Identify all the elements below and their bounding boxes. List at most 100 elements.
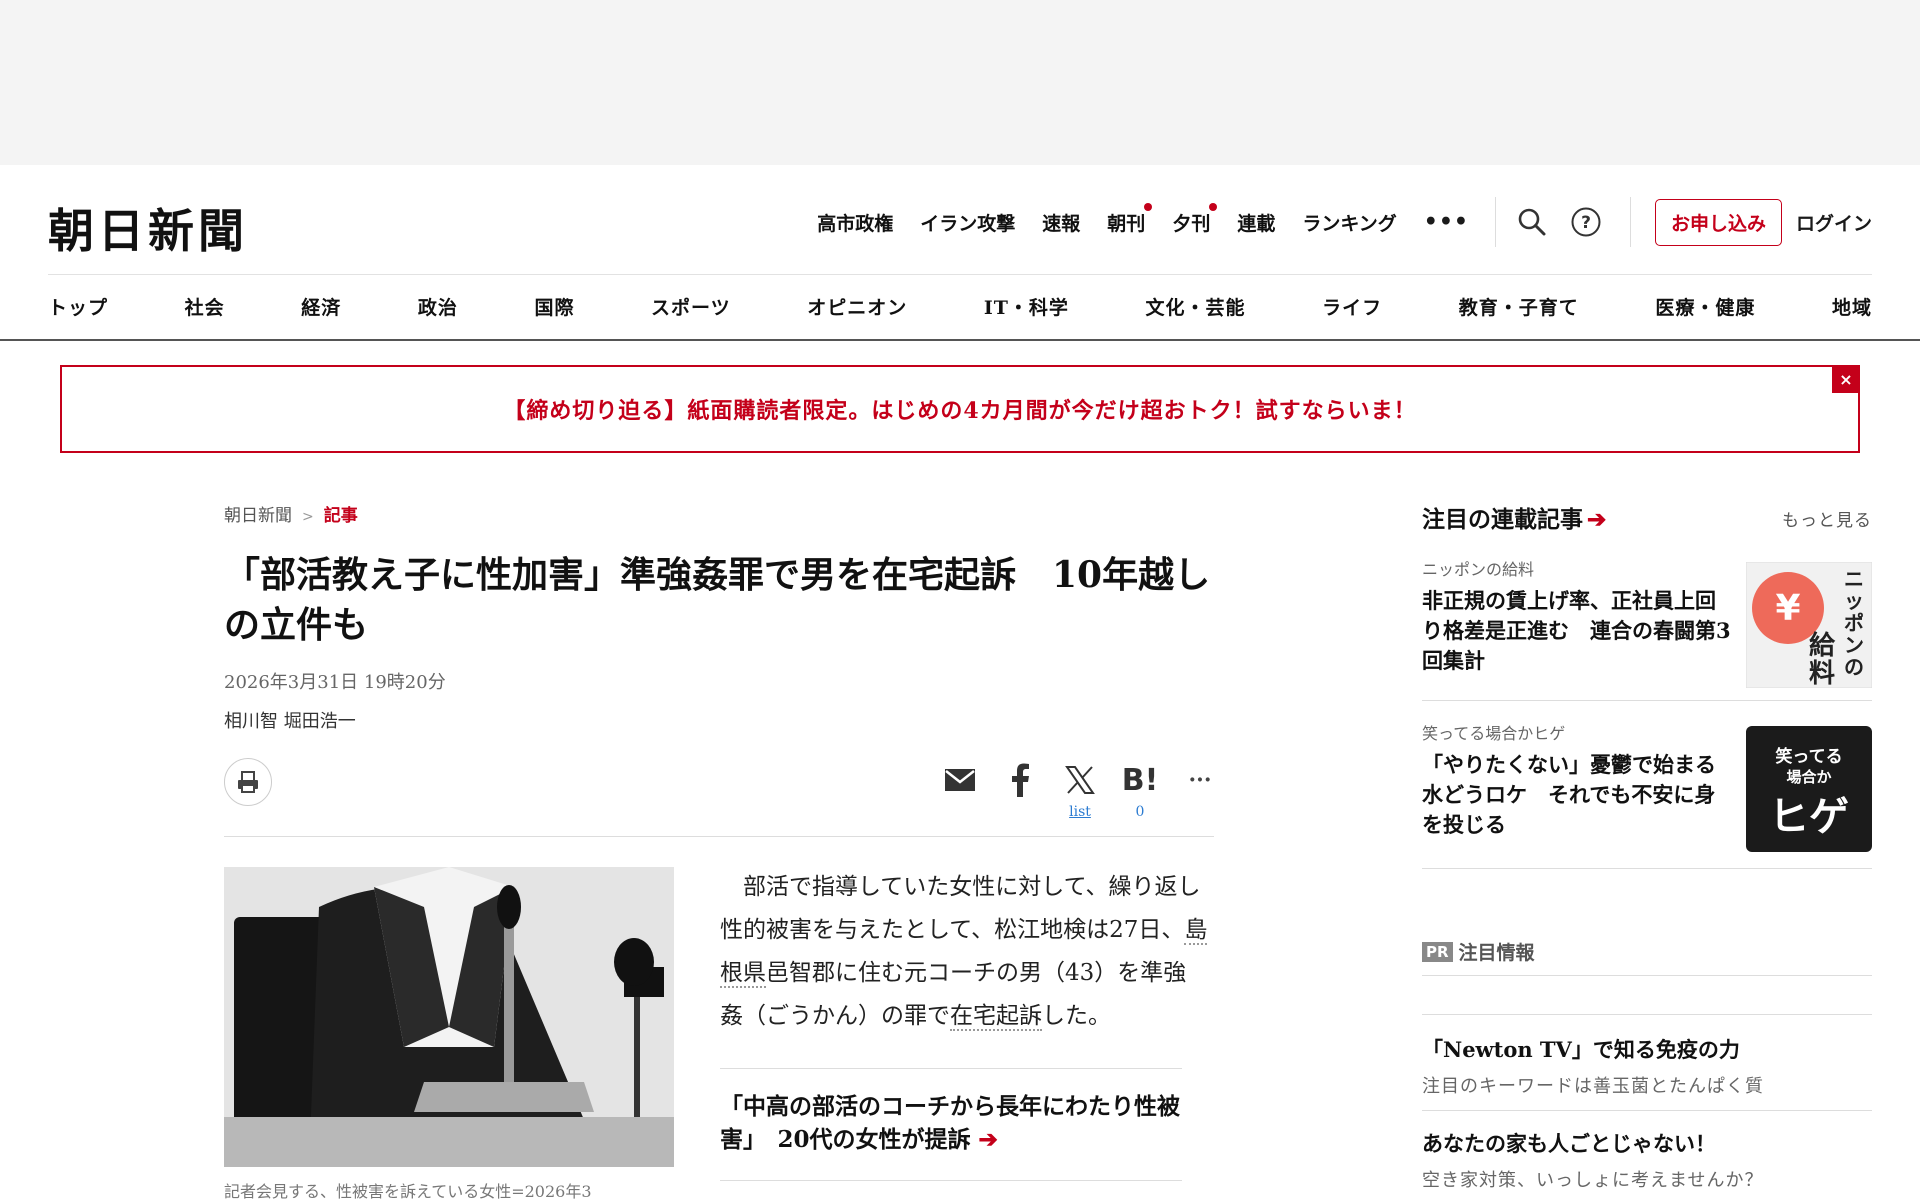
category-item[interactable]: 国際 [534,293,574,320]
keyword-link[interactable]: 在宅起訴 [950,1003,1042,1031]
topnav-label: 朝刊 [1107,212,1146,235]
category-item[interactable]: 医療・健康 [1655,293,1755,320]
breadcrumb-home[interactable]: 朝日新聞 [224,506,292,526]
divider [48,274,1872,275]
series-thumbnail: 笑ってる 場合か ヒゲ [1746,726,1872,852]
share-facebook[interactable] [990,760,1050,822]
svg-text:ニ: ニ [1844,567,1864,591]
arrow-right-icon: ➔ [978,1126,998,1153]
category-item[interactable]: 教育・子育て [1459,293,1579,320]
pr-item[interactable]: あなたの家も人ごとじゃない！ 空き家対策、いっしょに考えませんか？ [1422,1128,1872,1192]
category-item[interactable]: オピニオン [807,293,907,320]
arrow-right-icon: ➔ [1587,506,1607,533]
topnav-label: ランキング [1302,212,1397,235]
breadcrumb: 朝日新聞 > 記事 [224,501,358,526]
share-bar: list B! 0 ··· [930,760,1230,822]
mail-icon [945,769,975,791]
related-article-link[interactable]: 「中高の部活のコーチから長年にわたり性被害」 20代の女性が提訴 ➔ [720,1090,1182,1156]
close-icon[interactable]: × [1832,365,1860,393]
article-body: 部活で指導していた女性に対して、繰り返し性的被害を与えたとして、松江地検は27日… [720,866,1208,1038]
svg-text:料: 料 [1809,659,1835,688]
print-button[interactable] [224,758,272,806]
svg-text:ン: ン [1844,633,1864,657]
breadcrumb-current: 記事 [323,506,358,526]
divider [1422,868,1872,869]
divider [1422,700,1872,701]
topnav-label: 連載 [1237,212,1276,235]
topnav-label: イラン攻撃 [920,212,1016,235]
see-more-link[interactable]: もっと見る [1782,506,1872,531]
promo-text: 【締め切り迫る】紙面購読者限定。はじめの4カ月間が今だけ超おトク！試すならいま！ [503,398,1417,424]
sidebar-title-link[interactable]: 注目の連載記事 ➔ [1422,500,1606,534]
series-card[interactable]: 笑ってる場合かヒゲ 「やりたくない」憂鬱で始まる水どうロケ それでも不安に身を投… [1422,720,1872,852]
divider [1422,1110,1872,1111]
share-more-button[interactable]: ··· [1170,760,1230,822]
hatena-bookmark-icon: B! [1121,762,1159,798]
promo-banner[interactable]: 【締め切り迫る】紙面購読者限定。はじめの4カ月間が今だけ超おトク！試すならいま！… [60,365,1860,453]
category-item[interactable]: 地域 [1832,293,1872,320]
category-item[interactable]: 経済 [301,293,341,320]
topnav-item[interactable]: ランキング [1302,209,1396,236]
topnav-item[interactable]: イラン攻撃 [920,209,1015,236]
divider [224,836,1214,837]
divider [1494,197,1496,247]
share-count[interactable]: list [1069,804,1091,822]
ad-band [0,0,1920,165]
share-mail[interactable] [930,760,990,822]
pr-item[interactable]: 「Newton TV」で知る免疫の力 注目のキーワードは善玉菌とたんぱく質 [1422,1034,1872,1098]
article-photo[interactable] [224,867,674,1167]
more-menu-button[interactable]: ••• [1424,209,1469,235]
publish-date: 2026年3月31日 19時20分 [224,672,446,693]
body-text: した。 [1042,1003,1111,1029]
svg-text:給: 給 [1809,630,1836,661]
x-icon [1065,766,1095,794]
new-dot-indicator [1144,202,1153,211]
divider [1629,197,1631,247]
divider [720,1180,1182,1181]
topnav-label: 速報 [1042,212,1081,235]
site-logo[interactable]: 朝日新聞 [48,195,248,261]
topnav-item[interactable]: 高市政権 [817,209,893,236]
series-title: 非正規の賃上げ率、正社員上回り格差是正進む 連合の春闘第3回集計 [1422,588,1731,673]
svg-text:ポ: ポ [1844,611,1864,635]
series-card[interactable]: ニッポンの給料 非正規の賃上げ率、正社員上回り格差是正進む 連合の春闘第3回集計… [1422,556,1873,689]
photo-caption: 記者会見する、性被害を訴えている女性=2026年3 [224,1182,592,1200]
pr-badge: PR [1422,941,1453,962]
share-hatena[interactable]: B! 0 [1110,760,1170,822]
topnav-item[interactable]: 夕刊 [1172,202,1218,236]
search-icon[interactable] [1514,204,1550,240]
category-item[interactable]: 社会 [185,293,225,320]
share-x[interactable]: list [1050,760,1110,822]
topnav-item[interactable]: 速報 [1042,209,1080,236]
pr-item-subtitle: 注目のキーワードは善玉菌とたんぱく質 [1422,1076,1764,1097]
topnav-label: 高市政権 [817,212,894,235]
category-item[interactable]: スポーツ [651,293,731,320]
category-item[interactable]: 文化・芸能 [1146,293,1246,320]
subscribe-button[interactable]: お申し込み [1654,198,1782,246]
category-item[interactable]: IT・科学 [984,293,1069,320]
top-nav: 高市政権 イラン攻撃 速報 朝刊 夕刊 連載 ランキング ••• ? お申し込み… [817,197,1872,247]
sidebar-title: 注目の連載記事 [1422,506,1583,533]
body-text: 部活で指導していた女性に対して、繰り返し性的被害を与えたとして、松江地検は27日… [720,874,1201,943]
svg-text:の: の [1844,655,1864,679]
article-authors[interactable]: 相川智 堀田浩一 [224,707,356,733]
series-title: 「やりたくない」憂鬱で始まる水どうロケ それでも不安に身を投じる [1422,752,1716,837]
article-headline: 「部活教え子に性加害」準強姦罪で男を在宅起訴 10年越しの立件も [224,554,1211,646]
pr-item-title: あなたの家も人ごとじゃない！ [1422,1131,1716,1156]
topnav-item[interactable]: 朝刊 [1107,202,1153,236]
svg-text:場合か: 場合か [1786,768,1831,786]
svg-text:ッ: ッ [1844,589,1864,613]
category-item[interactable]: トップ [48,293,108,320]
topnav-item[interactable]: 連載 [1237,209,1275,236]
help-icon[interactable]: ? [1568,204,1604,240]
svg-text:¥: ¥ [1775,588,1800,629]
category-item[interactable]: ライフ [1322,293,1382,320]
press-conference-image [224,867,674,1167]
category-nav: トップ 社会 経済 政治 国際 スポーツ オピニオン IT・科学 文化・芸能 ラ… [48,293,1872,320]
sidebar-header: 注目の連載記事 ➔ もっと見る [1422,500,1872,536]
more-icon: ··· [1188,767,1212,793]
divider [1422,1014,1872,1015]
login-link[interactable]: ログイン [1796,209,1872,236]
category-item[interactable]: 政治 [418,293,458,320]
site-header: 朝日新聞 高市政権 イラン攻撃 速報 朝刊 夕刊 連載 ランキング ••• ? … [0,165,1920,341]
